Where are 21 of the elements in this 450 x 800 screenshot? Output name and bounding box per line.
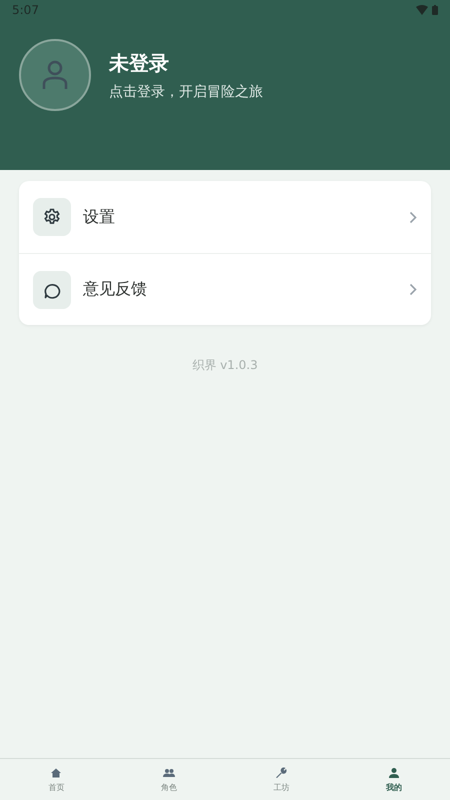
- wifi-icon: [416, 5, 428, 15]
- settings-icon: [43, 208, 61, 226]
- battery-icon: [432, 5, 438, 15]
- nav-tab[interactable]: 工坊: [225, 759, 338, 800]
- chevron-right-icon: [409, 283, 417, 296]
- nav-tab[interactable]: 我的: [338, 759, 450, 800]
- menu-item[interactable]: 意见反馈: [19, 253, 431, 325]
- menu-label: 设置: [83, 206, 116, 228]
- nav-tab[interactable]: 首页: [0, 759, 112, 800]
- chevron-right-icon: [409, 210, 417, 224]
- menu-label: 意见反馈: [83, 279, 148, 300]
- home-icon: [50, 766, 62, 778]
- login-status: 未登录: [109, 50, 170, 76]
- people-icon: [162, 766, 175, 778]
- login-prompt[interactable]: 点击登录，开启冒险之旅: [109, 82, 263, 100]
- wrench-icon: [275, 766, 288, 778]
- person-icon: [388, 766, 400, 778]
- person-icon: [42, 60, 68, 90]
- version-text: 织界 v1.0.3: [191, 357, 259, 374]
- nav-tab[interactable]: 角色: [112, 759, 225, 800]
- menu-item[interactable]: 设置: [19, 181, 431, 253]
